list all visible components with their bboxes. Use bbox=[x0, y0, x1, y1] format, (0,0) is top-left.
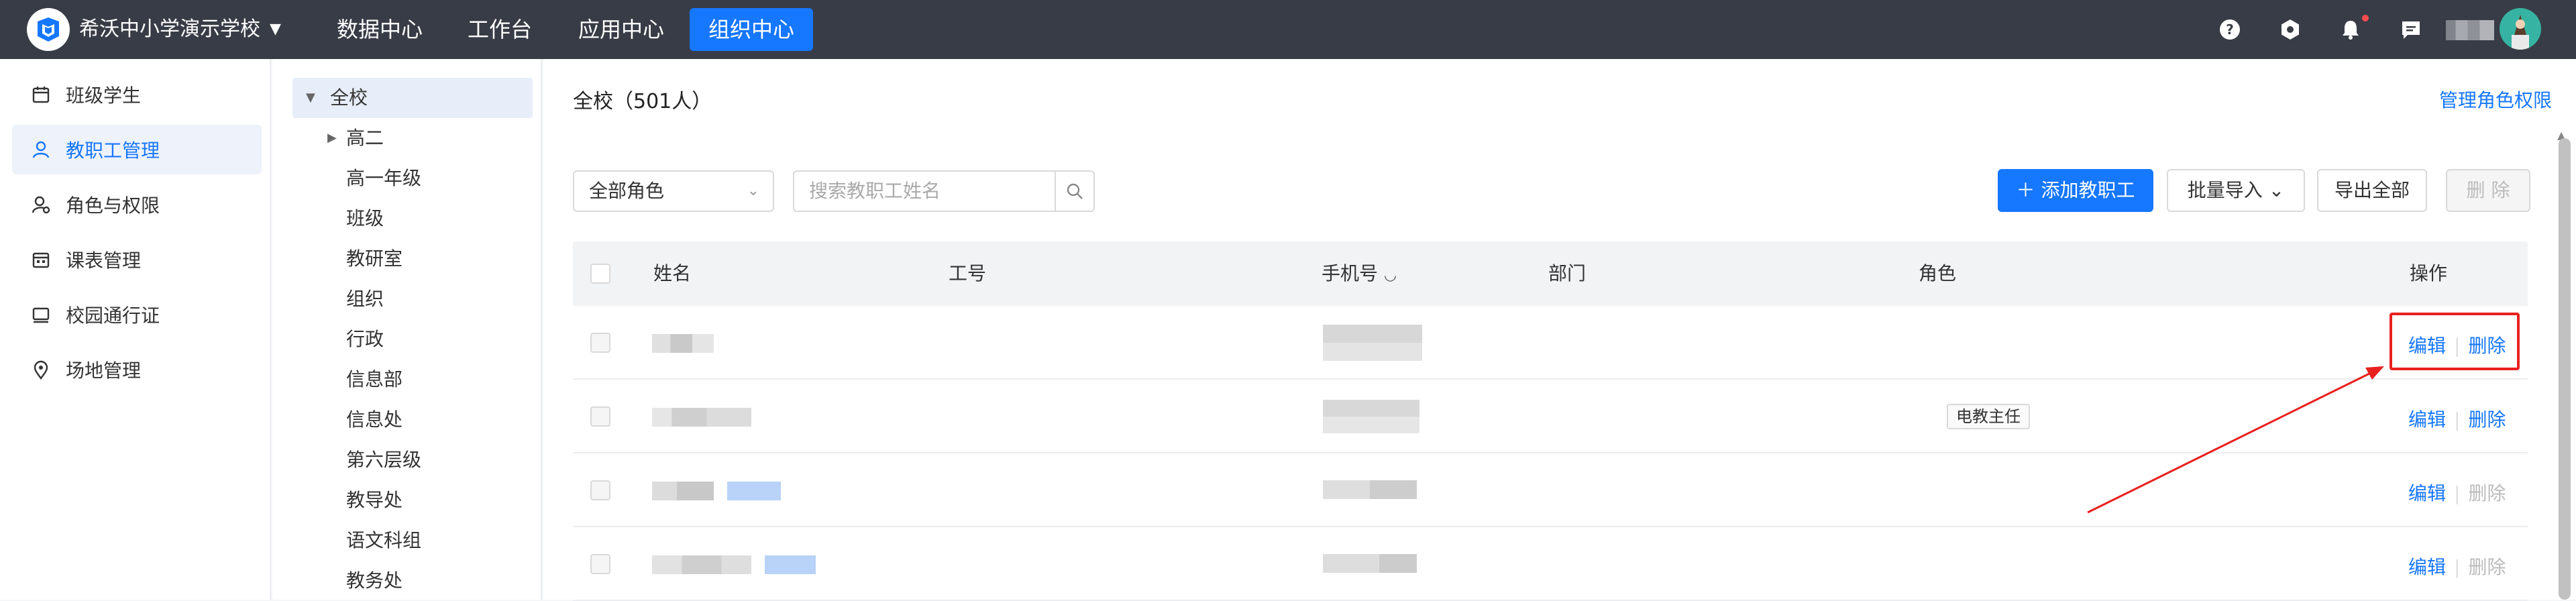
annotation-arrow bbox=[2087, 366, 2384, 514]
vertical-scrollbar[interactable] bbox=[2559, 138, 2571, 600]
